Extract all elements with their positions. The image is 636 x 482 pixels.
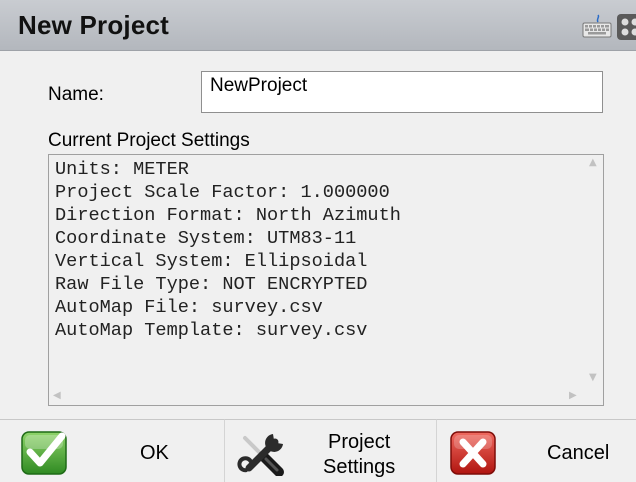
new-project-dialog: New Project Name: Current Project (0, 0, 636, 482)
project-settings-label-line2: Settings (323, 456, 396, 478)
settings-text: Units: METER Project Scale Factor: 1.000… (55, 158, 401, 342)
vertical-scrollbar[interactable]: ▲ ▼ (585, 155, 603, 387)
project-settings-button[interactable]: Project Settings (224, 419, 436, 482)
project-settings-label: Project Settings (323, 430, 395, 480)
title-bar: New Project (0, 0, 636, 51)
scroll-right-arrow-icon[interactable]: ▶ (569, 390, 577, 401)
checkmark-icon (21, 431, 67, 475)
ok-button[interactable]: OK (0, 419, 224, 482)
settings-line-units: Units: METER (55, 159, 189, 180)
settings-label: Current Project Settings (48, 130, 250, 151)
x-mark-icon (450, 431, 496, 475)
cancel-button[interactable]: Cancel (436, 419, 636, 482)
settings-line-scale-factor: Project Scale Factor: 1.000000 (55, 182, 390, 203)
dialog-title: New Project (18, 10, 170, 40)
keyboard-icon[interactable] (582, 14, 612, 38)
horizontal-scrollbar[interactable]: ◀ ▶ (49, 387, 585, 405)
settings-line-coordinate-system: Coordinate System: UTM83-11 (55, 228, 357, 249)
button-bar: OK Project Settings Cancel (0, 419, 636, 482)
window-control-icon[interactable] (617, 14, 636, 40)
scroll-down-arrow-icon[interactable]: ▼ (589, 372, 597, 383)
project-settings-label-line1: Project (328, 431, 391, 453)
scroll-left-arrow-icon[interactable]: ◀ (53, 390, 61, 401)
project-name-input[interactable] (201, 71, 603, 113)
settings-line-direction-format: Direction Format: North Azimuth (55, 205, 401, 226)
scroll-up-arrow-icon[interactable]: ▲ (589, 157, 597, 168)
ok-label: OK (140, 442, 169, 464)
settings-line-raw-file-type: Raw File Type: NOT ENCRYPTED (55, 274, 368, 295)
settings-textbox[interactable]: Units: METER Project Scale Factor: 1.000… (48, 154, 604, 406)
settings-line-automap-file: AutoMap File: survey.csv (55, 297, 323, 318)
cancel-label: Cancel (547, 442, 610, 464)
settings-line-vertical-system: Vertical System: Ellipsoidal (55, 251, 368, 272)
name-label: Name: (48, 84, 104, 105)
wrench-screwdriver-icon (237, 434, 284, 476)
settings-line-automap-template: AutoMap Template: survey.csv (55, 320, 368, 341)
